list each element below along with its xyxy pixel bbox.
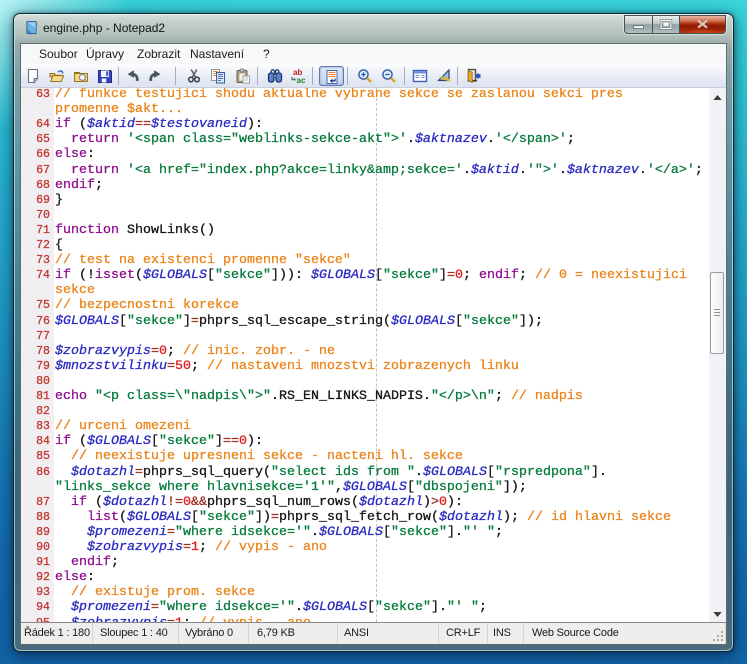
svg-text:ac: ac	[297, 76, 306, 84]
